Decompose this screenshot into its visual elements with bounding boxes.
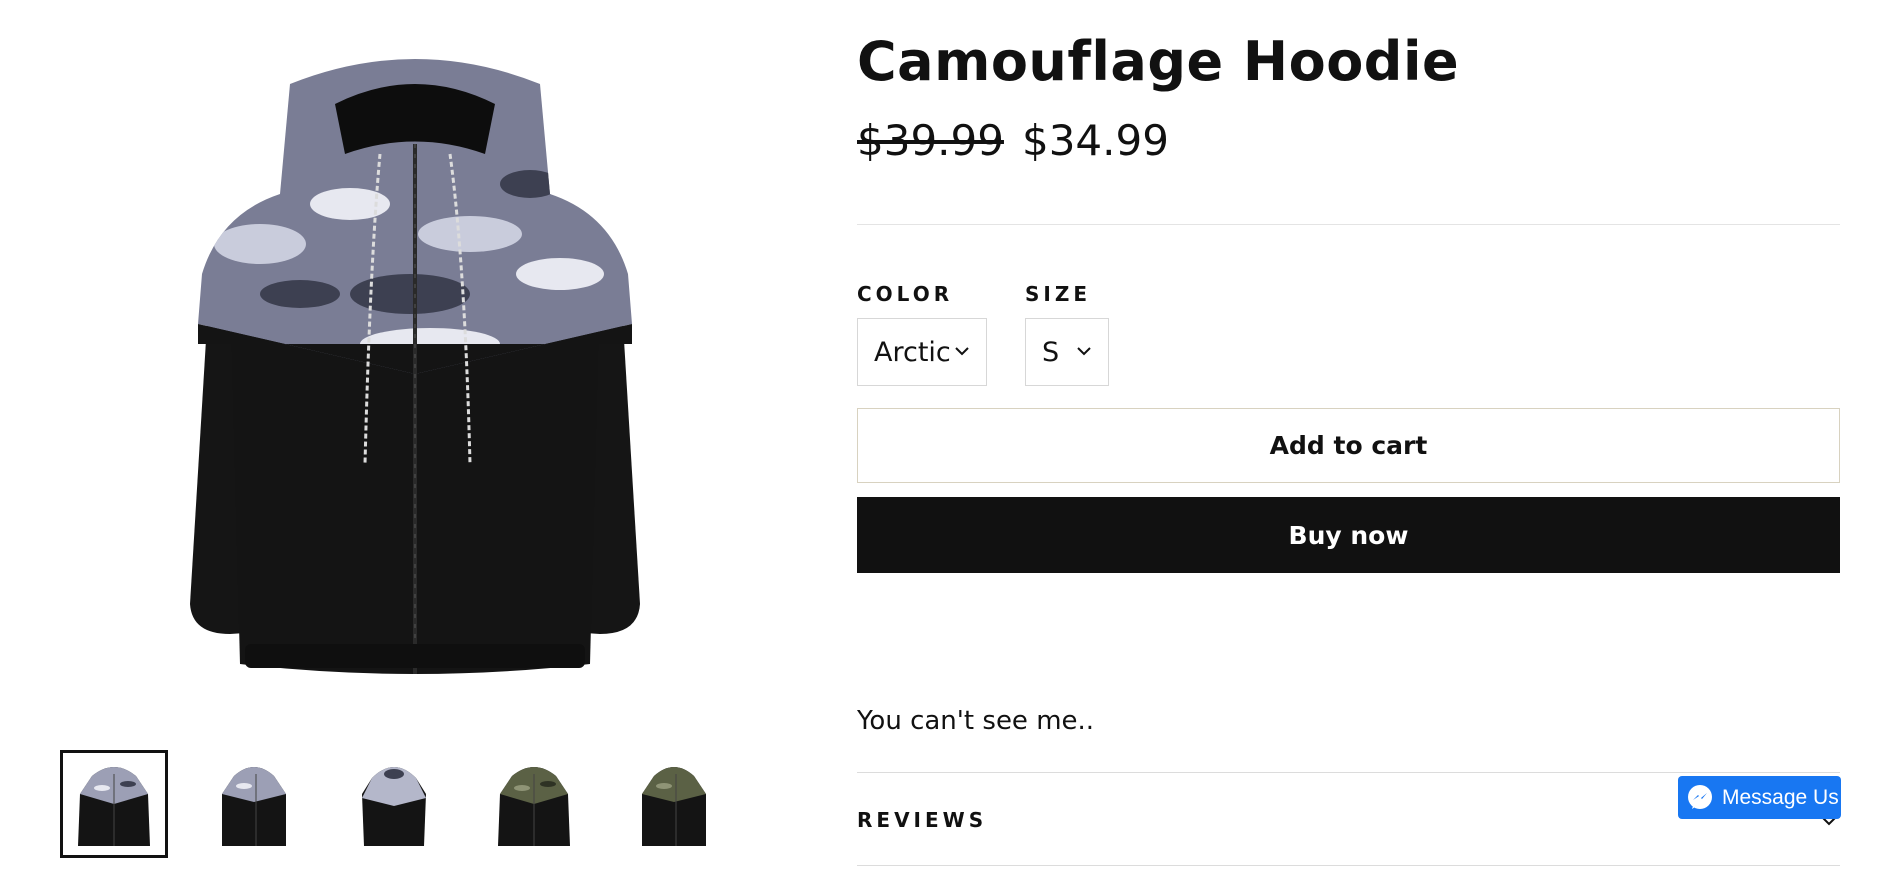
product-description: You can't see me.. xyxy=(857,706,1095,736)
color-select[interactable]: Arctic xyxy=(857,318,987,386)
hoodie-image xyxy=(190,59,640,674)
product-info: Camouflage Hoodie $39.99 $34.99 COLOR Arc… xyxy=(857,0,1840,872)
chevron-down-icon xyxy=(955,347,969,356)
product-title: Camouflage Hoodie xyxy=(857,30,1460,93)
reviews-toggle[interactable]: REVIEWS xyxy=(857,808,987,832)
thumbnail-2[interactable] xyxy=(200,750,308,858)
hoodie-thumbnail xyxy=(78,767,150,846)
add-to-cart-button[interactable]: Add to cart xyxy=(857,408,1840,483)
messenger-icon xyxy=(1688,784,1712,809)
thumbnail-1[interactable] xyxy=(60,750,168,858)
hoodie-thumbnail xyxy=(362,767,426,846)
messenger-button[interactable]: Message Us xyxy=(1678,776,1841,819)
main-product-image[interactable] xyxy=(170,44,660,708)
divider xyxy=(857,772,1840,773)
color-label: COLOR xyxy=(857,282,954,306)
size-label: SIZE xyxy=(1025,282,1092,306)
thumbnail-4[interactable] xyxy=(480,750,588,858)
buy-now-button[interactable]: Buy now xyxy=(857,497,1840,573)
divider xyxy=(857,224,1840,225)
divider xyxy=(857,865,1840,866)
size-select[interactable]: S xyxy=(1025,318,1109,386)
hoodie-thumbnail xyxy=(642,767,706,846)
chevron-down-icon xyxy=(1077,347,1091,356)
color-select-value: Arctic xyxy=(874,336,951,368)
hoodie-thumbnail xyxy=(498,767,570,846)
hoodie-thumbnail xyxy=(222,767,286,846)
original-price: $39.99 xyxy=(857,116,1004,165)
thumbnail-strip xyxy=(60,750,720,860)
messenger-label: Message Us xyxy=(1722,785,1839,809)
size-select-value: S xyxy=(1042,336,1060,368)
sale-price: $34.99 xyxy=(1021,116,1169,165)
thumbnail-5[interactable] xyxy=(620,750,728,858)
price-block: $39.99 $34.99 xyxy=(857,116,1169,165)
thumbnail-3[interactable] xyxy=(340,750,448,858)
